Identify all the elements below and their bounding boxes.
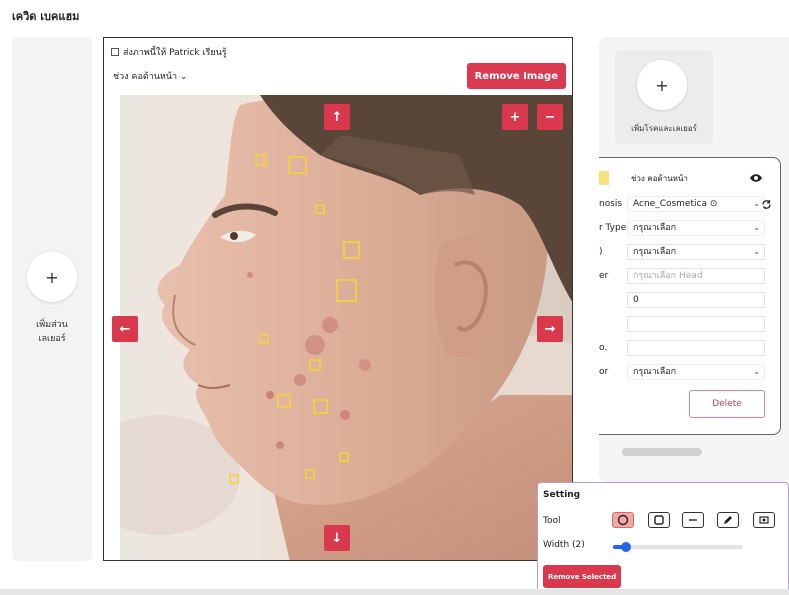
diagnosis-label: nosis <box>599 199 623 209</box>
checkbox-box[interactable] <box>111 48 119 56</box>
arrow-right-icon: → <box>544 321 556 337</box>
chevron-down-icon: ⌄ <box>179 72 188 82</box>
detail-region-label: ช่วง คอด้านหน้า <box>631 174 688 183</box>
image-tool-button[interactable] <box>753 512 775 528</box>
annotation-marker[interactable] <box>339 452 349 462</box>
color-select[interactable]: กรุณาเลือก ⌄ <box>627 364 765 380</box>
pan-left-button[interactable]: ← <box>112 316 138 342</box>
chevron-down-icon: ⌄ <box>753 223 760 232</box>
annotation-marker[interactable] <box>259 334 269 344</box>
add-part-label: เพิ่มส่วน เลเยอร์ <box>36 320 68 344</box>
pen-icon <box>724 516 732 524</box>
line-tool-button[interactable] <box>682 512 704 528</box>
settings-panel: Setting Tool Width (2) Remove Selected <box>537 482 789 594</box>
row3-select[interactable]: กรุณาเลือก ⌄ <box>627 244 765 260</box>
arrow-left-icon: ← <box>119 321 131 337</box>
annotation-marker[interactable] <box>277 394 291 408</box>
circle-icon <box>617 514 629 526</box>
no-input[interactable] <box>627 340 765 356</box>
eye-icon[interactable] <box>749 173 763 183</box>
layer-color-swatch[interactable] <box>599 171 609 185</box>
arrow-up-icon: ↑ <box>331 109 343 125</box>
annotation-marker[interactable] <box>336 279 357 302</box>
count-value: 0 <box>633 295 639 305</box>
add-disease-label: เพิ่มโรคและเลเยอร์ <box>631 124 697 133</box>
circle-tool-button[interactable] <box>612 512 634 528</box>
add-disease-card[interactable]: + เพิ่มโรคและเลเยอร์ <box>615 50 713 144</box>
diagnosis-value: Acne_Cosmetica ⊙ <box>633 199 718 209</box>
settings-title: Setting <box>543 490 581 500</box>
annotation-marker[interactable] <box>313 399 328 414</box>
annotation-marker[interactable] <box>315 204 325 214</box>
horizontal-scrollbar[interactable] <box>622 448 702 456</box>
head-label: er <box>599 271 609 281</box>
disease-detail-card: ช่วง คอด้านหน้า nosis Acne_Cosmetica ⊙ ⌄… <box>599 157 781 435</box>
arrow-down-icon: ↓ <box>331 530 343 546</box>
zoom-out-button[interactable]: − <box>537 104 563 130</box>
color-value: กรุณาเลือก <box>633 367 677 377</box>
plus-icon: + <box>509 109 521 125</box>
annotation-marker[interactable] <box>288 156 307 174</box>
row3-label: ) <box>599 247 603 257</box>
width-slider-thumb[interactable] <box>621 542 631 552</box>
pan-right-button[interactable]: → <box>537 316 563 342</box>
square-icon <box>654 515 664 525</box>
width-label: Width (2) <box>543 540 585 550</box>
bottom-scrollbar[interactable] <box>0 589 789 595</box>
region-dropdown[interactable]: ช่วง คอด้านหน้า ⌄ <box>113 69 187 83</box>
minus-icon: − <box>544 109 556 125</box>
annotation-marker[interactable] <box>255 154 267 166</box>
annotation-marker[interactable] <box>305 469 315 479</box>
row3-value: กรุณาเลือก <box>633 247 677 257</box>
annotation-layer[interactable] <box>120 95 573 561</box>
annotation-marker[interactable] <box>309 359 321 371</box>
add-part-panel[interactable]: + เพิ่มส่วน เลเยอร์ <box>12 37 92 561</box>
width-slider[interactable] <box>613 542 743 552</box>
chevron-down-icon: ⌄ <box>753 367 760 376</box>
image-icon <box>759 516 769 524</box>
page-title: เควิด เบคแฮม <box>12 10 80 23</box>
layer-type-label: r Type <box>599 223 627 233</box>
zoom-in-button[interactable]: + <box>502 104 528 130</box>
send-to-patrick-checkbox[interactable]: ส่งภาพนี้ให้ Patrick เรียนรู้ <box>111 45 227 59</box>
layer-type-value: กรุณาเลือก <box>633 223 677 233</box>
empty-input-1[interactable] <box>627 316 765 332</box>
refresh-icon[interactable] <box>761 199 772 210</box>
chevron-down-icon: ⌄ <box>753 247 760 256</box>
annotation-marker[interactable] <box>229 474 239 484</box>
layer-type-select[interactable]: กรุณาเลือก ⌄ <box>627 220 765 236</box>
square-tool-button[interactable] <box>648 512 670 528</box>
app-root: เควิด เบคแฮม + เพิ่มส่วน เลเยอร์ ส่งภาพน… <box>0 0 789 595</box>
head-input[interactable]: กรุณาเลือก Head <box>627 268 765 284</box>
head-placeholder: กรุณาเลือก Head <box>633 271 703 281</box>
count-input[interactable]: 0 <box>627 292 765 308</box>
delete-button[interactable]: Delete <box>689 390 765 418</box>
color-label: or <box>599 367 609 377</box>
remove-image-button[interactable]: Remove Image <box>466 63 566 89</box>
no-label: o. <box>599 343 608 353</box>
annotation-marker[interactable] <box>343 241 360 259</box>
line-icon <box>689 519 697 521</box>
region-dropdown-label: ช่วง คอด้านหน้า <box>113 72 178 82</box>
chevron-down-icon: ⌄ <box>753 199 760 208</box>
add-part-plus-icon[interactable]: + <box>27 252 77 302</box>
pen-tool-button[interactable] <box>717 512 739 528</box>
diagnosis-select[interactable]: Acne_Cosmetica ⊙ ⌄ <box>627 196 765 212</box>
pan-down-button[interactable]: ↓ <box>324 525 350 551</box>
pan-up-button[interactable]: ↑ <box>324 104 350 130</box>
send-to-patrick-label: ส่งภาพนี้ให้ Patrick เรียนรู้ <box>123 48 227 58</box>
add-disease-plus-icon[interactable]: + <box>637 60 687 110</box>
tool-label: Tool <box>543 516 561 526</box>
face-photo[interactable] <box>120 95 573 561</box>
remove-selected-button[interactable]: Remove Selected <box>543 565 622 588</box>
